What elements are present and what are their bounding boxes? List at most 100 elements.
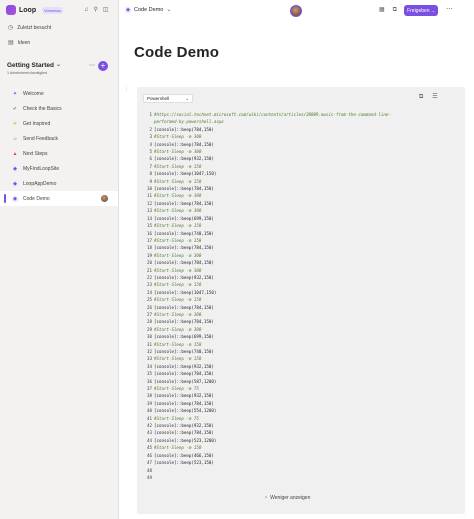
code-line: 10 [console]::beep(784,150)	[143, 185, 465, 192]
line-number: 41	[147, 415, 152, 421]
line-number: 23	[147, 282, 152, 288]
code-line: 7 #Start-Sleep -m 150	[143, 163, 465, 170]
collaborator-avatar[interactable]	[290, 5, 302, 17]
line-number: 29	[147, 326, 152, 332]
code-text: #Start-Sleep -m 300	[154, 326, 202, 332]
code-line: 14 [console]::beep(699,150)	[143, 215, 465, 222]
code-block-toolbar: ⧉ ☰	[419, 93, 438, 101]
loop-page-icon: ◆	[125, 7, 131, 13]
code-text: [console]::beep(932,150)	[154, 393, 214, 399]
loop-page-icon: ◆	[12, 165, 18, 172]
code-text: [console]::beep(1047,150)	[154, 289, 217, 295]
code-text: [console]::beep(932,150)	[154, 423, 214, 429]
code-text: [console]::beep(699,150)	[154, 215, 214, 221]
workspace-members: 1 Arbeitsbereichsmitglied	[7, 71, 47, 75]
code-text: #Start-Sleep -m 150	[154, 223, 202, 229]
share-button[interactable]: Freigeben ⌄	[404, 5, 438, 16]
workspace-settings-icon[interactable]: ⋯	[89, 62, 95, 70]
code-line: 48	[143, 467, 465, 474]
copy-code-icon[interactable]: ⧉	[419, 93, 423, 101]
sidebar-item-welcome[interactable]: ✦ Welcome	[0, 86, 118, 101]
code-line: 23 #Start-Sleep -m 150	[143, 281, 465, 288]
line-number: 9	[149, 178, 153, 184]
code-line: 36 [console]::beep(587,1200)	[143, 378, 465, 385]
code-rest: 2 [console]::beep(784,150) 3 #Start-Sleep -…	[143, 126, 465, 482]
code-text: #Start-Sleep -m 300	[154, 149, 202, 155]
sidebar-item-check-the-basics[interactable]: ✔ Check the Basics	[0, 101, 118, 116]
page-label: Check the Basics	[23, 105, 62, 112]
sidebar-item-next-steps[interactable]: ▲ Next Steps	[0, 146, 118, 161]
code-text: [console]::beep(523,1200)	[154, 437, 217, 443]
line-number: 32	[147, 349, 152, 354]
code-line: 6 [console]::beep(932,150)	[143, 155, 465, 162]
code-text: #https://social.technet.microsoft.com/wi…	[154, 112, 391, 117]
sidebar-item-myfirstloopsite[interactable]: ◆ MyFirstLoopSite	[0, 161, 118, 176]
language-select[interactable]: Powershell ⌄	[143, 94, 193, 103]
line-number: 34	[147, 363, 152, 369]
search-icon[interactable]: ⚲	[94, 6, 98, 14]
page-label: Get Inspired	[23, 120, 51, 127]
code-line: 32 [console]::beep(740,150)	[143, 348, 465, 355]
nav-ideas[interactable]: ▤ Ideen	[8, 39, 30, 47]
code-line: 30 [console]::beep(699,150)	[143, 333, 465, 340]
code-text: #Start-Sleep -m 300	[154, 193, 202, 199]
nav-recent[interactable]: ◷ Zuletzt besucht	[8, 24, 51, 32]
smiley-page-icon: ☺	[12, 135, 18, 142]
line-number: 22	[147, 274, 152, 280]
code-line: 2 [console]::beep(784,150)	[143, 126, 465, 133]
more-options-icon[interactable]: ⋯	[446, 5, 453, 13]
breadcrumb-label: Code Demo	[134, 7, 164, 13]
code-line: 40 [console]::beep(554,1200)	[143, 407, 465, 414]
code-text: #Start-Sleep -m 150	[154, 178, 202, 184]
code-line: 3 #Start-Sleep -m 300	[143, 133, 465, 140]
show-less-label: Weniger anzeigen	[270, 495, 311, 501]
brand[interactable]: Loop Vorschau	[6, 5, 63, 15]
page-label: Welcome	[23, 90, 44, 97]
code-block[interactable]: Powershell ⌄ ⧉ ☰ 1 #https://social.techn…	[137, 87, 465, 514]
line-number: 36	[147, 378, 152, 384]
page-list: ✦ Welcome ✔ Check the Basics ☀ Get Inspi…	[0, 86, 118, 206]
breadcrumb[interactable]: ◆ Code Demo ⌄	[125, 6, 171, 14]
settings-sliders-icon[interactable]: ☰	[432, 93, 437, 101]
page-label: Send Feedback	[23, 135, 59, 142]
code-line: 17 #Start-Sleep -m 150	[143, 237, 465, 244]
bell-icon[interactable]: ♫	[84, 6, 89, 14]
code-lines: 1 #https://social.technet.microsoft.com/…	[143, 111, 465, 481]
share-label: Freigeben	[407, 7, 430, 14]
show-less-button[interactable]: ▫ Weniger anzeigen	[265, 494, 310, 502]
code-line: 45 #Start-Sleep -m 150	[143, 444, 465, 451]
sidebar-item-code-demo[interactable]: ◆ Code Demo	[0, 191, 118, 206]
code-text: #Start-Sleep -m 150	[154, 237, 202, 243]
line-number: 10	[147, 186, 152, 192]
code-text: [console]::beep(784,150)	[154, 430, 214, 436]
code-text: [console]::beep(784,150)	[154, 319, 214, 325]
code-line: 9 #Start-Sleep -m 150	[143, 178, 465, 185]
app-name: Loop	[19, 6, 37, 14]
components-icon[interactable]: ▦	[379, 6, 385, 14]
copy-link-icon[interactable]: ⧉	[393, 6, 397, 14]
nav-recent-label: Zuletzt besucht	[17, 25, 52, 31]
line-number: 17	[147, 237, 152, 243]
sidebar-item-send-feedback[interactable]: ☺ Send Feedback	[0, 131, 118, 146]
chevron-down-icon: ⌄	[431, 8, 435, 13]
collapse-sidebar-icon[interactable]: ◫	[103, 6, 109, 14]
code-text: #Start-Sleep -m 75	[154, 386, 199, 392]
code-text: [console]::beep(784,150)	[154, 400, 214, 406]
add-page-button[interactable]: +	[98, 61, 108, 71]
code-line: 20 [console]::beep(784,150)	[143, 259, 465, 266]
code-line: 5 #Start-Sleep -m 300	[143, 148, 465, 155]
code-text: [console]::beep(784,150)	[154, 371, 214, 377]
code-text: [console]::beep(1047,150)	[154, 171, 217, 177]
code-text: #Start-Sleep -m 150	[154, 356, 202, 362]
code-line: 27 #Start-Sleep -m 300	[143, 311, 465, 318]
drag-handle-icon[interactable]: ⋮	[124, 86, 129, 92]
loop-page-icon: ◆	[12, 180, 18, 187]
top-right-icons: ▦ ⧉	[379, 6, 397, 14]
sidebar-item-loopappdemo[interactable]: ◆ LoopAppDemo	[0, 176, 118, 191]
workspace-title[interactable]: Getting Started ⌄	[7, 61, 61, 69]
code-line: 26 [console]::beep(784,150)	[143, 304, 465, 311]
page-title[interactable]: Code Demo	[134, 44, 219, 61]
code-text: [console]::beep(784,150)	[154, 126, 214, 132]
sidebar-item-get-inspired[interactable]: ☀ Get Inspired	[0, 116, 118, 131]
line-number: 28	[147, 319, 152, 325]
